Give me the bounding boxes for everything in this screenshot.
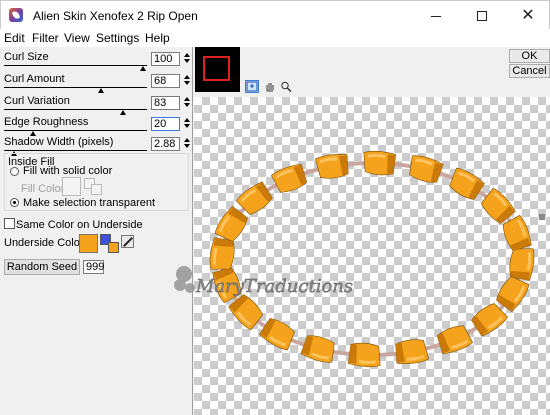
param-label: Shadow Width (pixels): [4, 136, 114, 148]
spin-buttons[interactable]: [182, 96, 191, 110]
minimize-icon: [431, 15, 441, 17]
fill-color-label: Fill Color: [21, 183, 65, 195]
param-label: Curl Amount: [4, 73, 65, 85]
minimize-button[interactable]: [413, 1, 459, 30]
color-swap-icon[interactable]: [100, 234, 120, 254]
param-label: Edge Roughness: [4, 116, 89, 128]
spin-buttons[interactable]: [182, 74, 191, 88]
maximize-icon: [477, 11, 487, 22]
fill-transparent-label: Make selection transparent: [23, 197, 156, 209]
underside-color-swatch[interactable]: [79, 234, 98, 253]
spin-buttons[interactable]: [182, 52, 191, 66]
curl-segment: [502, 214, 532, 252]
title-bar: Alien Skin Xenofex 2 Rip Open ✕: [0, 0, 550, 29]
fill-solid-label: Fill with solid color: [23, 165, 113, 177]
ok-button[interactable]: OK: [509, 49, 550, 63]
zoom-fit-icon[interactable]: [245, 80, 259, 93]
eyedropper-icon[interactable]: [121, 235, 134, 248]
menu-filter[interactable]: Filter: [32, 31, 59, 45]
window-title: Alien Skin Xenofex 2 Rip Open: [33, 9, 198, 23]
curl-segment: [409, 155, 444, 183]
param-label: Curl Size: [4, 51, 49, 63]
curl-segment: [449, 167, 485, 200]
curl-segment: [259, 318, 295, 351]
menu-settings[interactable]: Settings: [96, 31, 139, 45]
random-seed-button[interactable]: Random Seed: [4, 259, 80, 275]
curl-segment: [395, 339, 430, 364]
menu-view[interactable]: View: [64, 31, 90, 45]
param-label: Curl Variation: [4, 95, 70, 107]
spin-buttons[interactable]: [182, 117, 191, 131]
same-color-label: Same Color on Underside: [16, 219, 143, 231]
slider-thumb[interactable]: [98, 88, 105, 93]
param-value-input[interactable]: 100: [151, 52, 180, 66]
param-value-input[interactable]: 83: [151, 96, 180, 110]
app-icon: [9, 8, 23, 22]
curl-segment: [363, 150, 397, 176]
menu-help[interactable]: Help: [145, 31, 170, 45]
scroll-indicator[interactable]: [539, 214, 545, 220]
curl-segment: [509, 248, 535, 281]
menu-bar: Edit Filter View Settings Help: [0, 29, 550, 47]
curl-segment: [436, 325, 473, 355]
hand-icon[interactable]: [263, 80, 277, 93]
watermark: MaryTraductions: [174, 266, 353, 297]
close-icon: ✕: [521, 7, 535, 24]
slider-thumb[interactable]: [139, 66, 146, 71]
preview-canvas[interactable]: [194, 97, 550, 415]
curl-segment: [314, 154, 349, 179]
navigator-thumbnail[interactable]: [195, 47, 240, 92]
fill-transparent-radio[interactable]: [10, 198, 19, 207]
zoom-icon[interactable]: [279, 80, 293, 93]
slider-track[interactable]: [4, 87, 147, 88]
curl-segment: [300, 335, 335, 363]
slider-track[interactable]: [4, 130, 147, 131]
spin-buttons[interactable]: [182, 137, 191, 151]
curl-segment: [271, 163, 308, 193]
slider-thumb[interactable]: [119, 110, 126, 115]
slider-track[interactable]: [4, 65, 147, 66]
view-rect[interactable]: [203, 56, 230, 81]
fill-swap-icon[interactable]: [84, 178, 103, 195]
curl-segment: [347, 342, 381, 368]
param-value-input[interactable]: 20: [151, 117, 180, 131]
underside-color-label: Underside Color: [4, 237, 84, 249]
fill-color-swatch[interactable]: [62, 177, 81, 196]
rip-open-effect: [209, 150, 535, 368]
cancel-button[interactable]: Cancel: [509, 64, 550, 78]
parameter-panel: Curl Size 100 Curl Amount 68 Curl Variation 8…: [0, 47, 193, 415]
same-color-checkbox[interactable]: [4, 218, 15, 229]
random-seed-input[interactable]: 999: [83, 260, 104, 274]
param-value-input[interactable]: 68: [151, 74, 180, 88]
slider-track[interactable]: [4, 150, 147, 151]
svg-text:MaryTraductions: MaryTraductions: [195, 276, 353, 297]
menu-edit[interactable]: Edit: [4, 31, 25, 45]
maximize-button[interactable]: [459, 1, 505, 30]
close-button[interactable]: ✕: [505, 1, 550, 30]
param-value-input[interactable]: 2.88: [151, 137, 180, 151]
fill-solid-radio[interactable]: [10, 167, 19, 176]
